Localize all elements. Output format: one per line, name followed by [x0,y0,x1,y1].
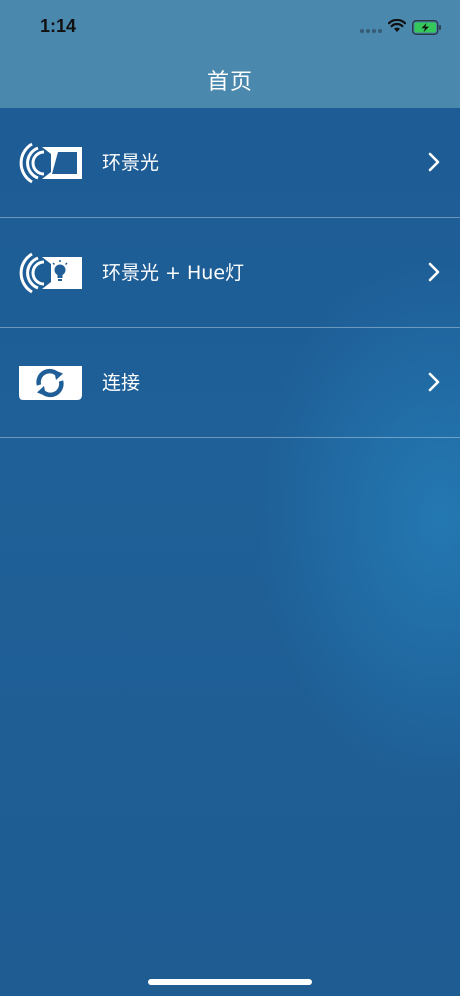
wifi-icon [388,19,406,32]
page-title: 首页 [206,70,253,95]
chevron-right-icon [428,152,440,172]
status-time: 1:14 [40,16,77,36]
menu-item-label: 环景光 [102,152,160,174]
menu-item-ambient-light[interactable]: 环景光 [0,108,460,218]
home-indicator[interactable] [148,979,312,985]
menu-item-label: 环景光 + Hue灯 [102,262,245,284]
menu-item-connect[interactable]: 连接 [0,328,460,438]
battery-charging-icon [412,20,441,35]
chevron-right-icon [428,262,440,282]
chevron-right-icon [428,372,440,392]
ambient-light-icon [19,142,82,184]
menu-item-ambient-hue[interactable]: 环景光 + Hue灯 [0,218,460,328]
ambient-hue-bulb-icon [19,252,82,294]
header-bar: 1:14 首页 [0,0,460,108]
menu-item-label: 连接 [102,372,141,394]
cellular-signal-icon [360,28,382,34]
connect-sync-icon [19,366,82,400]
